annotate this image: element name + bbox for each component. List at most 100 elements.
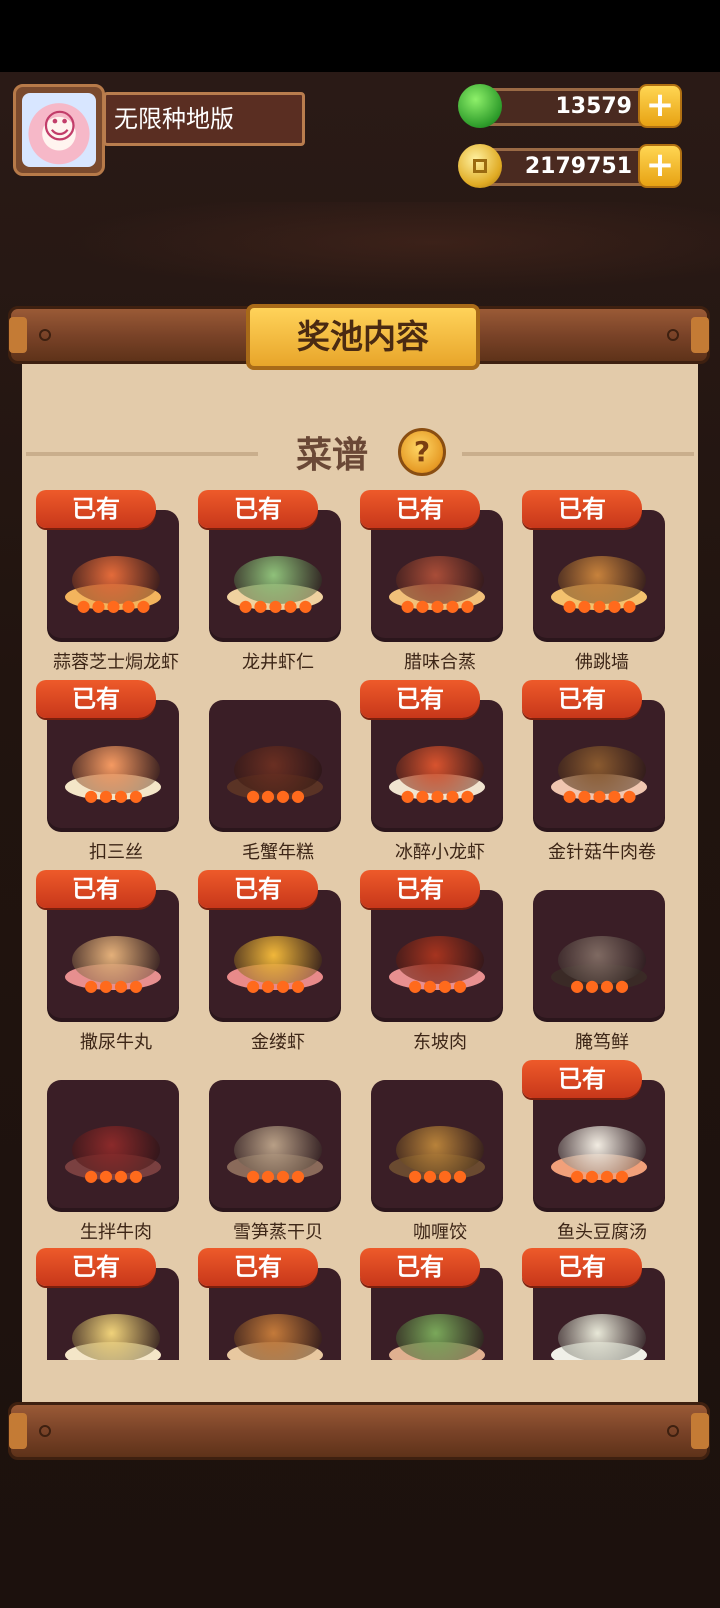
recipe-name: 腊味合蒸 — [404, 652, 476, 673]
recipe-grid[interactable]: ●●●●● 已有 蒜蓉芝士焗龙虾 ●●●●● 已有 龙井虾仁 ●●●●● 已有 腊味合蒸 ●●●●… — [22, 490, 698, 1360]
difficulty-flames-icon: ●●●●● — [76, 596, 152, 615]
recipe-card[interactable]: ●●●● 毛蟹年糕 — [198, 680, 360, 866]
rod-cap — [691, 317, 709, 353]
owned-badge: 已有 — [522, 1060, 642, 1098]
recipe-name: 腌笃鲜 — [575, 1032, 629, 1053]
recipe-tile — [371, 1080, 503, 1212]
dish-icon — [72, 1314, 160, 1360]
recipe-card[interactable]: 已有 — [360, 1248, 522, 1360]
avatar[interactable] — [13, 84, 105, 176]
section-title: 菜谱 — [296, 435, 369, 476]
divider — [26, 452, 258, 456]
recipe-tile — [533, 510, 665, 642]
recipe-name: 撒尿牛丸 — [80, 1032, 152, 1053]
owned-badge: 已有 — [522, 1248, 642, 1286]
owned-badge: 已有 — [36, 490, 156, 528]
recipe-tile — [533, 890, 665, 1022]
recipe-card[interactable]: ●●●●● 已有蒜蓉芝士焗龙虾 — [36, 490, 198, 676]
difficulty-flames-icon: ●●●● — [408, 976, 468, 995]
recipe-tile — [209, 890, 341, 1022]
recipe-name: 扣三丝 — [89, 842, 143, 863]
add-gems-button[interactable]: + — [638, 84, 682, 128]
recipe-card[interactable]: ●●●● 已有 鱼头豆腐汤 — [522, 1060, 684, 1246]
coin-icon — [458, 144, 502, 188]
owned-badge: 已有 — [360, 1248, 480, 1286]
difficulty-flames-icon: ●●●● — [84, 1166, 144, 1185]
gem-counter: 13579 + — [458, 84, 682, 130]
gem-icon — [458, 84, 502, 128]
recipe-card[interactable]: ●●●● 腌笃鲜 — [522, 870, 684, 1056]
owned-badge: 已有 — [360, 680, 480, 718]
recipe-tile — [371, 700, 503, 832]
recipe-card[interactable]: ●●●● 已有 金缕虾 — [198, 870, 360, 1056]
rod-cap — [691, 1413, 709, 1449]
difficulty-flames-icon: ●●●●● — [400, 596, 476, 615]
owned-badge: 已有 — [36, 1248, 156, 1286]
recipe-card[interactable]: ●●●● 已有 扣三丝 — [36, 680, 198, 866]
difficulty-flames-icon: ●●●● — [246, 786, 306, 805]
divider — [462, 452, 694, 456]
player-name: 无限种地版 — [103, 92, 305, 146]
panel-title: 奖池内容 — [246, 304, 480, 370]
recipe-card[interactable]: ●●●●● 已有金针菇牛肉卷 — [522, 680, 684, 866]
recipe-card[interactable]: ●●●●● 已有冰醉小龙虾 — [360, 680, 522, 866]
difficulty-flames-icon: ●●●● — [84, 976, 144, 995]
difficulty-flames-icon: ●●●●● — [562, 596, 638, 615]
recipe-tile — [209, 700, 341, 832]
recipe-name: 毛蟹年糕 — [242, 842, 314, 863]
owned-badge: 已有 — [522, 490, 642, 528]
recipe-tile — [47, 1080, 179, 1212]
coin-value: 2179751 — [524, 154, 632, 179]
add-coins-button[interactable]: + — [638, 144, 682, 188]
recipe-card[interactable]: ●●●● 已有撒尿牛丸 — [36, 870, 198, 1056]
help-button[interactable]: ? — [398, 428, 446, 476]
recipe-tile — [209, 510, 341, 642]
recipe-card[interactable]: ●●●●● 已有 龙井虾仁 — [198, 490, 360, 676]
owned-badge: 已有 — [198, 490, 318, 528]
recipe-card[interactable]: ●●●●● 已有 腊味合蒸 — [360, 490, 522, 676]
difficulty-flames-icon: ●●●●● — [238, 596, 314, 615]
rod-nail — [667, 1425, 679, 1437]
recipe-name: 蒜蓉芝士焗龙虾 — [53, 652, 179, 673]
recipe-tile — [371, 510, 503, 642]
recipe-tile — [47, 890, 179, 1022]
recipe-card[interactable]: ●●●● 雪笋蒸干贝 — [198, 1060, 360, 1246]
recipe-card[interactable]: ●●●● 已有 东坡肉 — [360, 870, 522, 1056]
recipe-card[interactable]: 已有 — [198, 1248, 360, 1360]
owned-badge: 已有 — [198, 1248, 318, 1286]
recipe-card[interactable]: ●●●●● 已有佛跳墙 — [522, 490, 684, 676]
recipe-tile — [47, 510, 179, 642]
owned-badge: 已有 — [522, 680, 642, 718]
owned-badge: 已有 — [36, 680, 156, 718]
owned-badge: 已有 — [36, 870, 156, 908]
difficulty-flames-icon: ●●●● — [408, 1166, 468, 1185]
recipe-tile — [371, 890, 503, 1022]
recipe-name: 金缕虾 — [251, 1032, 305, 1053]
difficulty-flames-icon: ●●●●● — [562, 786, 638, 805]
difficulty-flames-icon: ●●●● — [246, 1166, 306, 1185]
recipe-name: 雪笋蒸干贝 — [233, 1222, 323, 1243]
avatar-image — [22, 93, 96, 167]
recipe-card[interactable]: ●●●● 生拌牛肉 — [36, 1060, 198, 1246]
gem-value: 13579 — [555, 94, 632, 119]
recipe-name: 生拌牛肉 — [80, 1222, 152, 1243]
difficulty-flames-icon: ●●●●● — [400, 786, 476, 805]
recipe-card[interactable]: 已有 — [522, 1248, 684, 1360]
difficulty-flames-icon: ●●●● — [570, 976, 630, 995]
owned-badge: 已有 — [198, 870, 318, 908]
rod-nail — [667, 329, 679, 341]
difficulty-flames-icon: ●●●● — [570, 1166, 630, 1185]
recipe-name: 东坡肉 — [413, 1032, 467, 1053]
recipe-name: 金针菇牛肉卷 — [548, 842, 656, 863]
recipe-name: 佛跳墙 — [575, 652, 629, 673]
rod-nail — [39, 1425, 51, 1437]
recipe-card[interactable]: ●●●● 咖喱饺 — [360, 1060, 522, 1246]
recipe-tile — [47, 700, 179, 832]
scroll-bottom-rod — [8, 1402, 710, 1460]
rod-cap — [9, 317, 27, 353]
recipe-card[interactable]: 已有 — [36, 1248, 198, 1360]
dish-icon — [558, 1314, 646, 1360]
rod-cap — [9, 1413, 27, 1449]
recipe-name: 冰醉小龙虾 — [395, 842, 485, 863]
recipe-tile — [209, 1080, 341, 1212]
